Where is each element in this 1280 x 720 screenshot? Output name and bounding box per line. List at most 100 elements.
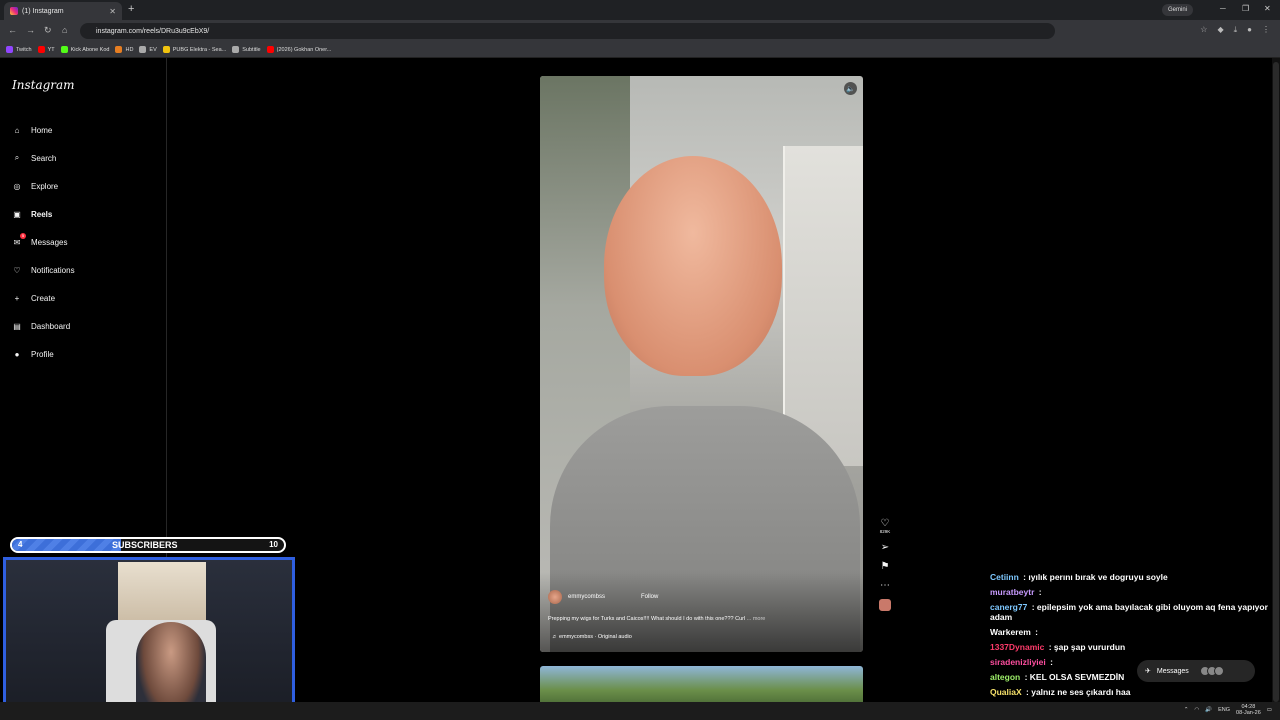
- sidebar-item-messages[interactable]: ✉ 5 Messages: [11, 233, 68, 248]
- reel-video[interactable]: 🔈 emmycombss Follow Prepping my wigs for…: [540, 76, 863, 652]
- audio-thumbnail[interactable]: [879, 599, 891, 611]
- like-count: 829K: [879, 529, 891, 534]
- forward-icon[interactable]: →: [26, 25, 35, 35]
- bookmark-item[interactable]: Twitch: [6, 46, 32, 53]
- nav-label: Notifications: [31, 265, 75, 275]
- webcam-overlay: [3, 557, 295, 720]
- stream-chat: Cetiinn : ıyılık perını bırak ve dogruyu…: [990, 572, 1275, 702]
- volume-icon[interactable]: 🔊: [1205, 707, 1212, 713]
- subscriber-label: SUBSCRIBERS: [112, 540, 178, 550]
- reload-icon[interactable]: ↻: [44, 25, 52, 36]
- sidebar-item-profile[interactable]: ● Profile: [11, 348, 54, 360]
- bookmark-icon: [232, 46, 240, 53]
- sidebar-item-notifications[interactable]: ♡ Notifications: [11, 264, 75, 276]
- chat-username[interactable]: siradenizliyiei: [990, 657, 1046, 667]
- chat-message: Cetiinn : ıyılık perını bırak ve dogruyu…: [990, 572, 1275, 582]
- sidebar-item-reels[interactable]: ▣ Reels: [11, 208, 52, 220]
- profile-icon[interactable]: ●: [1247, 25, 1252, 35]
- bookmark-label: Kick Abone Kod: [70, 46, 110, 53]
- clock[interactable]: 04:28 08-Jan-26: [1236, 704, 1261, 716]
- bookmark-icon[interactable]: ⚑: [881, 561, 890, 572]
- music-note-icon: ♬: [552, 634, 560, 640]
- windows-taskbar: ⌃ ◠ 🔊 ENG 04:28 08-Jan-26 ▭: [0, 702, 1280, 720]
- compass-icon: ◎: [13, 181, 21, 191]
- sidebar-item-explore[interactable]: ◎ Explore: [11, 180, 59, 192]
- chat-separator: :: [1046, 642, 1054, 652]
- notification-icon[interactable]: ▭: [1267, 707, 1272, 713]
- home-browser-icon[interactable]: ⌂: [62, 25, 67, 35]
- sidebar-item-home[interactable]: ⌂ Home: [11, 124, 53, 136]
- new-tab-button[interactable]: +: [128, 3, 134, 15]
- author-username[interactable]: emmycombss: [568, 594, 605, 600]
- bookmarks-bar: Twitch YT Kick Abone Kod HD EV PUBG Elektra -…: [0, 42, 1280, 58]
- message-avatars: [1199, 666, 1224, 676]
- nav-label: Reels: [31, 209, 53, 219]
- chat-text: KEL OLSA SEVMEZDİN: [1029, 672, 1125, 682]
- url-input[interactable]: instagram.com/reels/DRu3u9cEbX9/: [80, 23, 1055, 39]
- nav-label: Messages: [31, 237, 68, 247]
- close-window-icon[interactable]: ✕: [1264, 4, 1271, 13]
- chat-username[interactable]: canerg77: [990, 602, 1027, 612]
- bookmark-item[interactable]: YT: [37, 46, 55, 53]
- extension-icon[interactable]: ◆: [1217, 25, 1223, 35]
- mute-icon[interactable]: 🔈: [844, 82, 857, 95]
- extension-toolbar: ☆ ◆ ⤓ ● ⋮: [1200, 25, 1270, 35]
- language-indicator[interactable]: ENG: [1218, 707, 1230, 713]
- bookmark-item[interactable]: (2026) Gokhan Oner...: [266, 46, 331, 53]
- sidebar-item-search[interactable]: ⌕ Search: [11, 152, 57, 164]
- more-options-icon[interactable]: ⋯: [880, 580, 890, 591]
- subscriber-goal: 10: [269, 540, 278, 549]
- caption-more-link[interactable]: ... more: [747, 616, 766, 622]
- bookmark-label: PUBG Elektra - Sea...: [172, 46, 227, 53]
- chat-username[interactable]: QualiaX: [990, 687, 1022, 697]
- reel-shelf: [783, 146, 863, 466]
- reel-audio[interactable]: ♬ emmycombss · Original audio: [552, 634, 632, 640]
- star-icon[interactable]: ☆: [1200, 25, 1207, 35]
- chat-message: muratbeytr :: [990, 587, 1275, 597]
- bookmark-item[interactable]: Kick Abone Kod: [60, 46, 110, 53]
- notification-badge: 5: [20, 233, 26, 239]
- chat-username[interactable]: muratbeytr: [990, 587, 1034, 597]
- follow-button[interactable]: Follow: [641, 594, 658, 600]
- reel-person-head: [604, 156, 782, 376]
- back-icon[interactable]: ←: [8, 25, 17, 35]
- bookmark-item[interactable]: EV: [139, 46, 157, 53]
- chat-username[interactable]: altegon: [990, 672, 1020, 682]
- avatar: [1213, 666, 1224, 676]
- address-bar-row: ← → ↻ ⌂ instagram.com/reels/DRu3u9cEbX9/…: [0, 20, 1280, 42]
- gemini-button[interactable]: Gemini: [1162, 4, 1194, 16]
- instagram-logo[interactable]: Instagram: [12, 78, 75, 92]
- chat-username[interactable]: Warkerem: [990, 627, 1031, 637]
- chat-username[interactable]: 1337Dynamic: [990, 642, 1044, 652]
- bookmark-item[interactable]: Subtitle: [232, 46, 261, 53]
- home-icon: ⌂: [14, 125, 20, 135]
- sidebar-item-dashboard[interactable]: ▤ Dashboard: [11, 320, 70, 332]
- next-reel-preview[interactable]: [540, 666, 863, 706]
- bookmark-item[interactable]: HD: [115, 46, 133, 53]
- bookmark-icon: [162, 46, 170, 53]
- bookmark-item[interactable]: PUBG Elektra - Sea...: [162, 46, 227, 53]
- chat-message: canerg77 : epilepsim yok ama bayılacak g…: [990, 602, 1275, 622]
- share-icon[interactable]: ➢: [881, 542, 889, 553]
- author-avatar[interactable]: [548, 590, 562, 604]
- tab-close-icon[interactable]: ✕: [109, 7, 116, 16]
- messages-pill[interactable]: ✈ Messages: [1137, 660, 1255, 682]
- nav-label: Home: [31, 125, 53, 135]
- subscriber-current: 4: [18, 540, 23, 549]
- heart-icon: ♡: [13, 265, 21, 275]
- reel-gradient: [540, 572, 863, 652]
- wifi-icon[interactable]: ◠: [1194, 707, 1199, 713]
- menu-icon[interactable]: ⋮: [1262, 25, 1270, 35]
- chat-username[interactable]: Cetiinn: [990, 572, 1019, 582]
- restore-icon[interactable]: ❐: [1242, 4, 1249, 13]
- bookmark-icon: [6, 46, 13, 53]
- chevron-up-icon[interactable]: ⌃: [1184, 707, 1189, 713]
- url-text: instagram.com/reels/DRu3u9cEbX9/: [96, 27, 210, 35]
- download-icon[interactable]: ⤓: [1234, 25, 1238, 35]
- sidebar-item-create[interactable]: + Create: [11, 292, 55, 304]
- minimize-icon[interactable]: ─: [1220, 4, 1226, 13]
- bookmark-icon: [115, 46, 123, 53]
- browser-tab[interactable]: (1) Instagram ✕: [4, 2, 122, 20]
- like-icon[interactable]: ♡: [881, 518, 890, 529]
- bookmark-label: Twitch: [16, 46, 32, 53]
